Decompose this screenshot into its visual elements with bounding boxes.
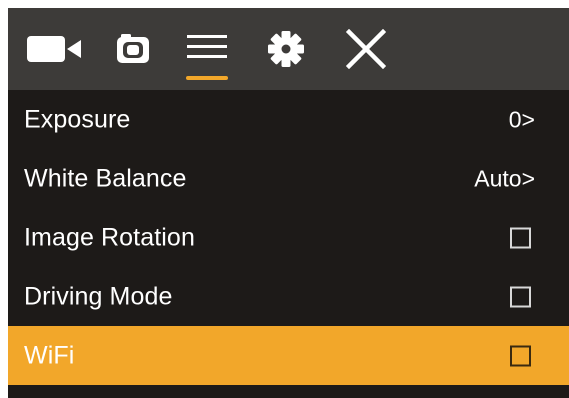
video-camera-icon (27, 34, 83, 64)
mode-tab-bar (8, 8, 569, 90)
wifi-checkbox[interactable] (510, 345, 531, 366)
camera-menu-screen: Exposure 0> White Balance Auto> Image Ro… (8, 8, 569, 398)
menu-item-value: Auto> (474, 165, 535, 191)
tab-close[interactable] (338, 18, 394, 80)
settings-menu-list: Exposure 0> White Balance Auto> Image Ro… (8, 90, 569, 385)
selected-tab-indicator (186, 76, 228, 80)
tab-video[interactable] (20, 18, 90, 80)
menu-item-image-rotation[interactable]: Image Rotation (8, 208, 569, 267)
menu-item-label: Driving Mode (24, 282, 173, 310)
menu-item-label: Image Rotation (24, 223, 195, 251)
tab-settings[interactable] (258, 18, 314, 80)
menu-item-driving-mode[interactable]: Driving Mode (8, 267, 569, 326)
photo-camera-icon (116, 34, 150, 64)
tab-menu[interactable] (176, 18, 238, 80)
menu-item-value: 0> (508, 106, 535, 132)
driving-mode-checkbox[interactable] (510, 286, 531, 307)
menu-item-label: Exposure (24, 105, 131, 133)
menu-item-wifi[interactable]: WiFi (8, 326, 569, 385)
close-icon (346, 29, 386, 69)
hamburger-menu-icon (185, 31, 229, 67)
menu-item-label: White Balance (24, 164, 187, 192)
menu-item-label: WiFi (24, 341, 75, 369)
gear-icon (267, 30, 305, 68)
image-rotation-checkbox[interactable] (510, 227, 531, 248)
menu-item-white-balance[interactable]: White Balance Auto> (8, 149, 569, 208)
tab-photo[interactable] (106, 18, 160, 80)
menu-item-exposure[interactable]: Exposure 0> (8, 90, 569, 149)
